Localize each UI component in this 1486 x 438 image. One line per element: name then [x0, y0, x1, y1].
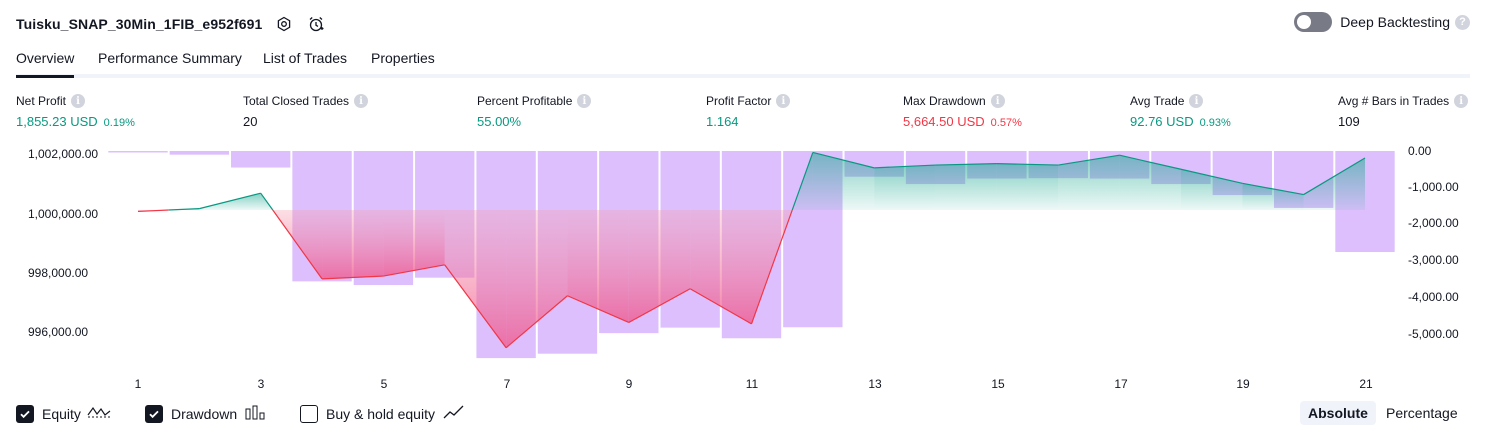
equity-gain-fill	[996, 163, 1059, 211]
absolute-toggle[interactable]: Absolute	[1300, 401, 1376, 425]
legend-equity[interactable]: Equity	[16, 404, 111, 423]
legend-buy-hold[interactable]: Buy & hold equity	[300, 404, 465, 423]
right-axis-tick: 0.00	[1408, 144, 1432, 158]
buyhold-line-icon	[443, 404, 465, 423]
left-axis-tick: 1,000,000.00	[28, 207, 99, 221]
right-axis-tick: -5,000.00	[1408, 327, 1459, 341]
x-axis-tick: 13	[868, 377, 882, 391]
right-axis-tick: -1,000.00	[1408, 180, 1459, 194]
x-axis-tick: 5	[380, 377, 388, 391]
equity-checkbox[interactable]	[16, 404, 34, 423]
buyhold-checkbox[interactable]	[300, 404, 318, 423]
equity-loss-fill	[322, 210, 384, 279]
x-axis-tick: 21	[1359, 377, 1373, 391]
left-axis-tick: 996,000.00	[28, 325, 89, 339]
equity-loss-fill	[444, 210, 507, 348]
left-axis-tick: 998,000.00	[28, 266, 89, 280]
x-axis-tick: 7	[503, 377, 511, 391]
equity-label: Equity	[42, 405, 81, 422]
x-axis-tick: 19	[1236, 377, 1250, 391]
drawdown-label: Drawdown	[171, 405, 238, 422]
percentage-toggle[interactable]: Percentage	[1378, 401, 1466, 425]
drawdown-bar	[108, 151, 168, 153]
left-axis-tick: 1,002,000.00	[28, 147, 99, 161]
x-axis-tick: 11	[745, 377, 759, 391]
right-axis-tick: -3,000.00	[1408, 253, 1459, 267]
right-axis-tick: -4,000.00	[1408, 290, 1459, 304]
x-axis-tick: 9	[625, 377, 633, 391]
legend-drawdown[interactable]: Drawdown	[145, 404, 265, 423]
equity-gain-fill	[874, 165, 936, 211]
x-axis-tick: 3	[257, 377, 265, 391]
drawdown-bar	[231, 151, 291, 168]
buyhold-label: Buy & hold equity	[326, 405, 435, 422]
drawdown-checkbox[interactable]	[145, 404, 163, 423]
equity-gain-fill	[935, 163, 997, 211]
x-axis-tick: 1	[134, 377, 142, 391]
x-axis-tick: 15	[991, 377, 1005, 391]
equity-line-icon	[87, 404, 111, 423]
drawdown-bars-icon	[245, 404, 265, 423]
drawdown-bar	[169, 151, 230, 155]
x-axis-tick: 17	[1114, 377, 1128, 391]
equity-drawdown-chart[interactable]	[0, 0, 1486, 438]
right-axis-tick: -2,000.00	[1408, 216, 1459, 230]
